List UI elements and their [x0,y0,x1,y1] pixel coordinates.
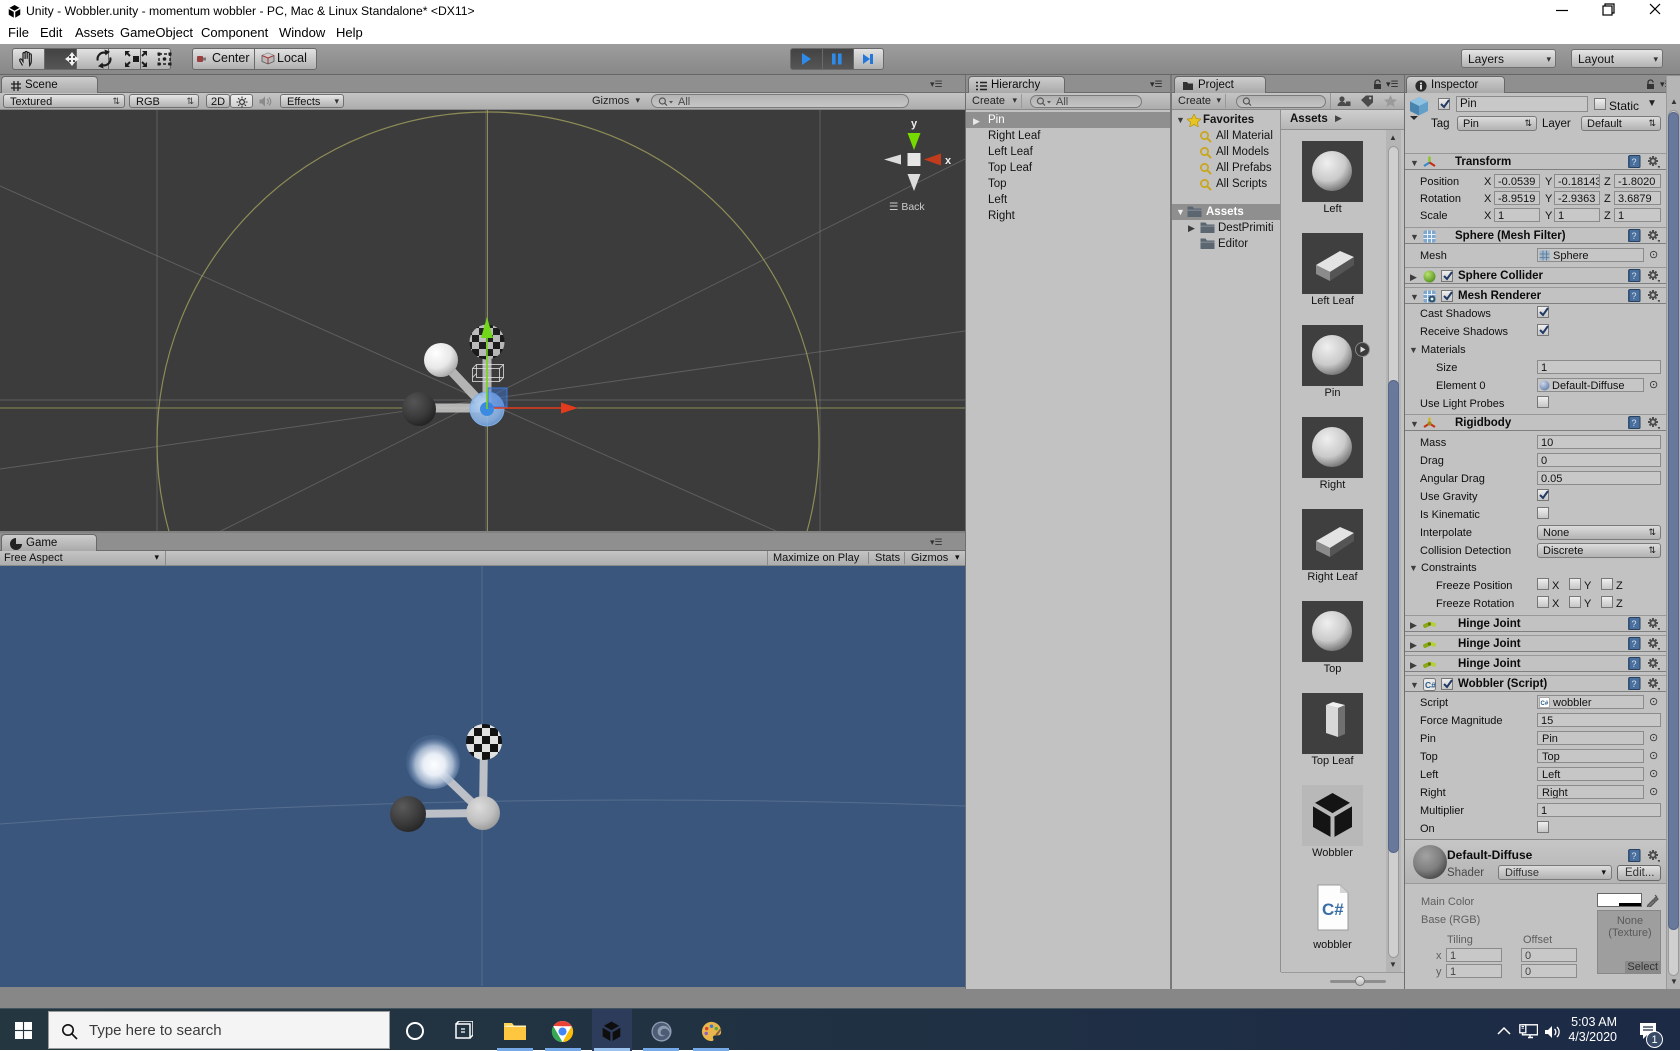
svg-text:?: ? [1632,639,1637,649]
svg-text:?: ? [1632,291,1637,301]
svg-text:?: ? [1632,659,1637,669]
svg-text:?: ? [1632,418,1637,428]
svg-text:?: ? [1632,619,1637,629]
svg-text:C#: C# [1425,680,1436,690]
svg-text:?: ? [1632,231,1637,241]
svg-text:?: ? [1632,271,1637,281]
svg-text:?: ? [1632,157,1637,167]
svg-text:?: ? [1632,679,1637,689]
svg-text:x: x [945,155,952,167]
svg-text:?: ? [1632,851,1637,861]
svg-text:☰ Back: ☰ Back [889,201,925,213]
svg-text:C#: C# [1541,701,1549,707]
svg-text:y: y [911,118,918,130]
svg-text:C#: C# [1322,900,1344,919]
